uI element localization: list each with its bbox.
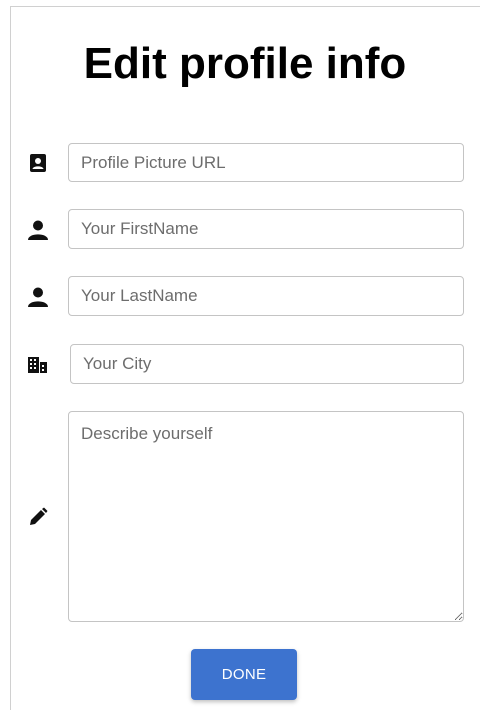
profile-picture-url-input[interactable] bbox=[68, 143, 464, 182]
page-title: Edit profile info bbox=[83, 39, 407, 88]
pencil-icon bbox=[27, 506, 49, 528]
last-name-input[interactable] bbox=[68, 276, 464, 316]
first-name-input[interactable] bbox=[68, 209, 464, 249]
city-input[interactable] bbox=[70, 344, 464, 384]
contact-card-icon bbox=[27, 152, 49, 174]
done-button[interactable]: DONE bbox=[191, 649, 297, 700]
describe-yourself-textarea[interactable] bbox=[68, 411, 464, 622]
city-icon bbox=[26, 353, 48, 375]
person-icon bbox=[27, 286, 49, 308]
person-icon bbox=[27, 219, 49, 241]
